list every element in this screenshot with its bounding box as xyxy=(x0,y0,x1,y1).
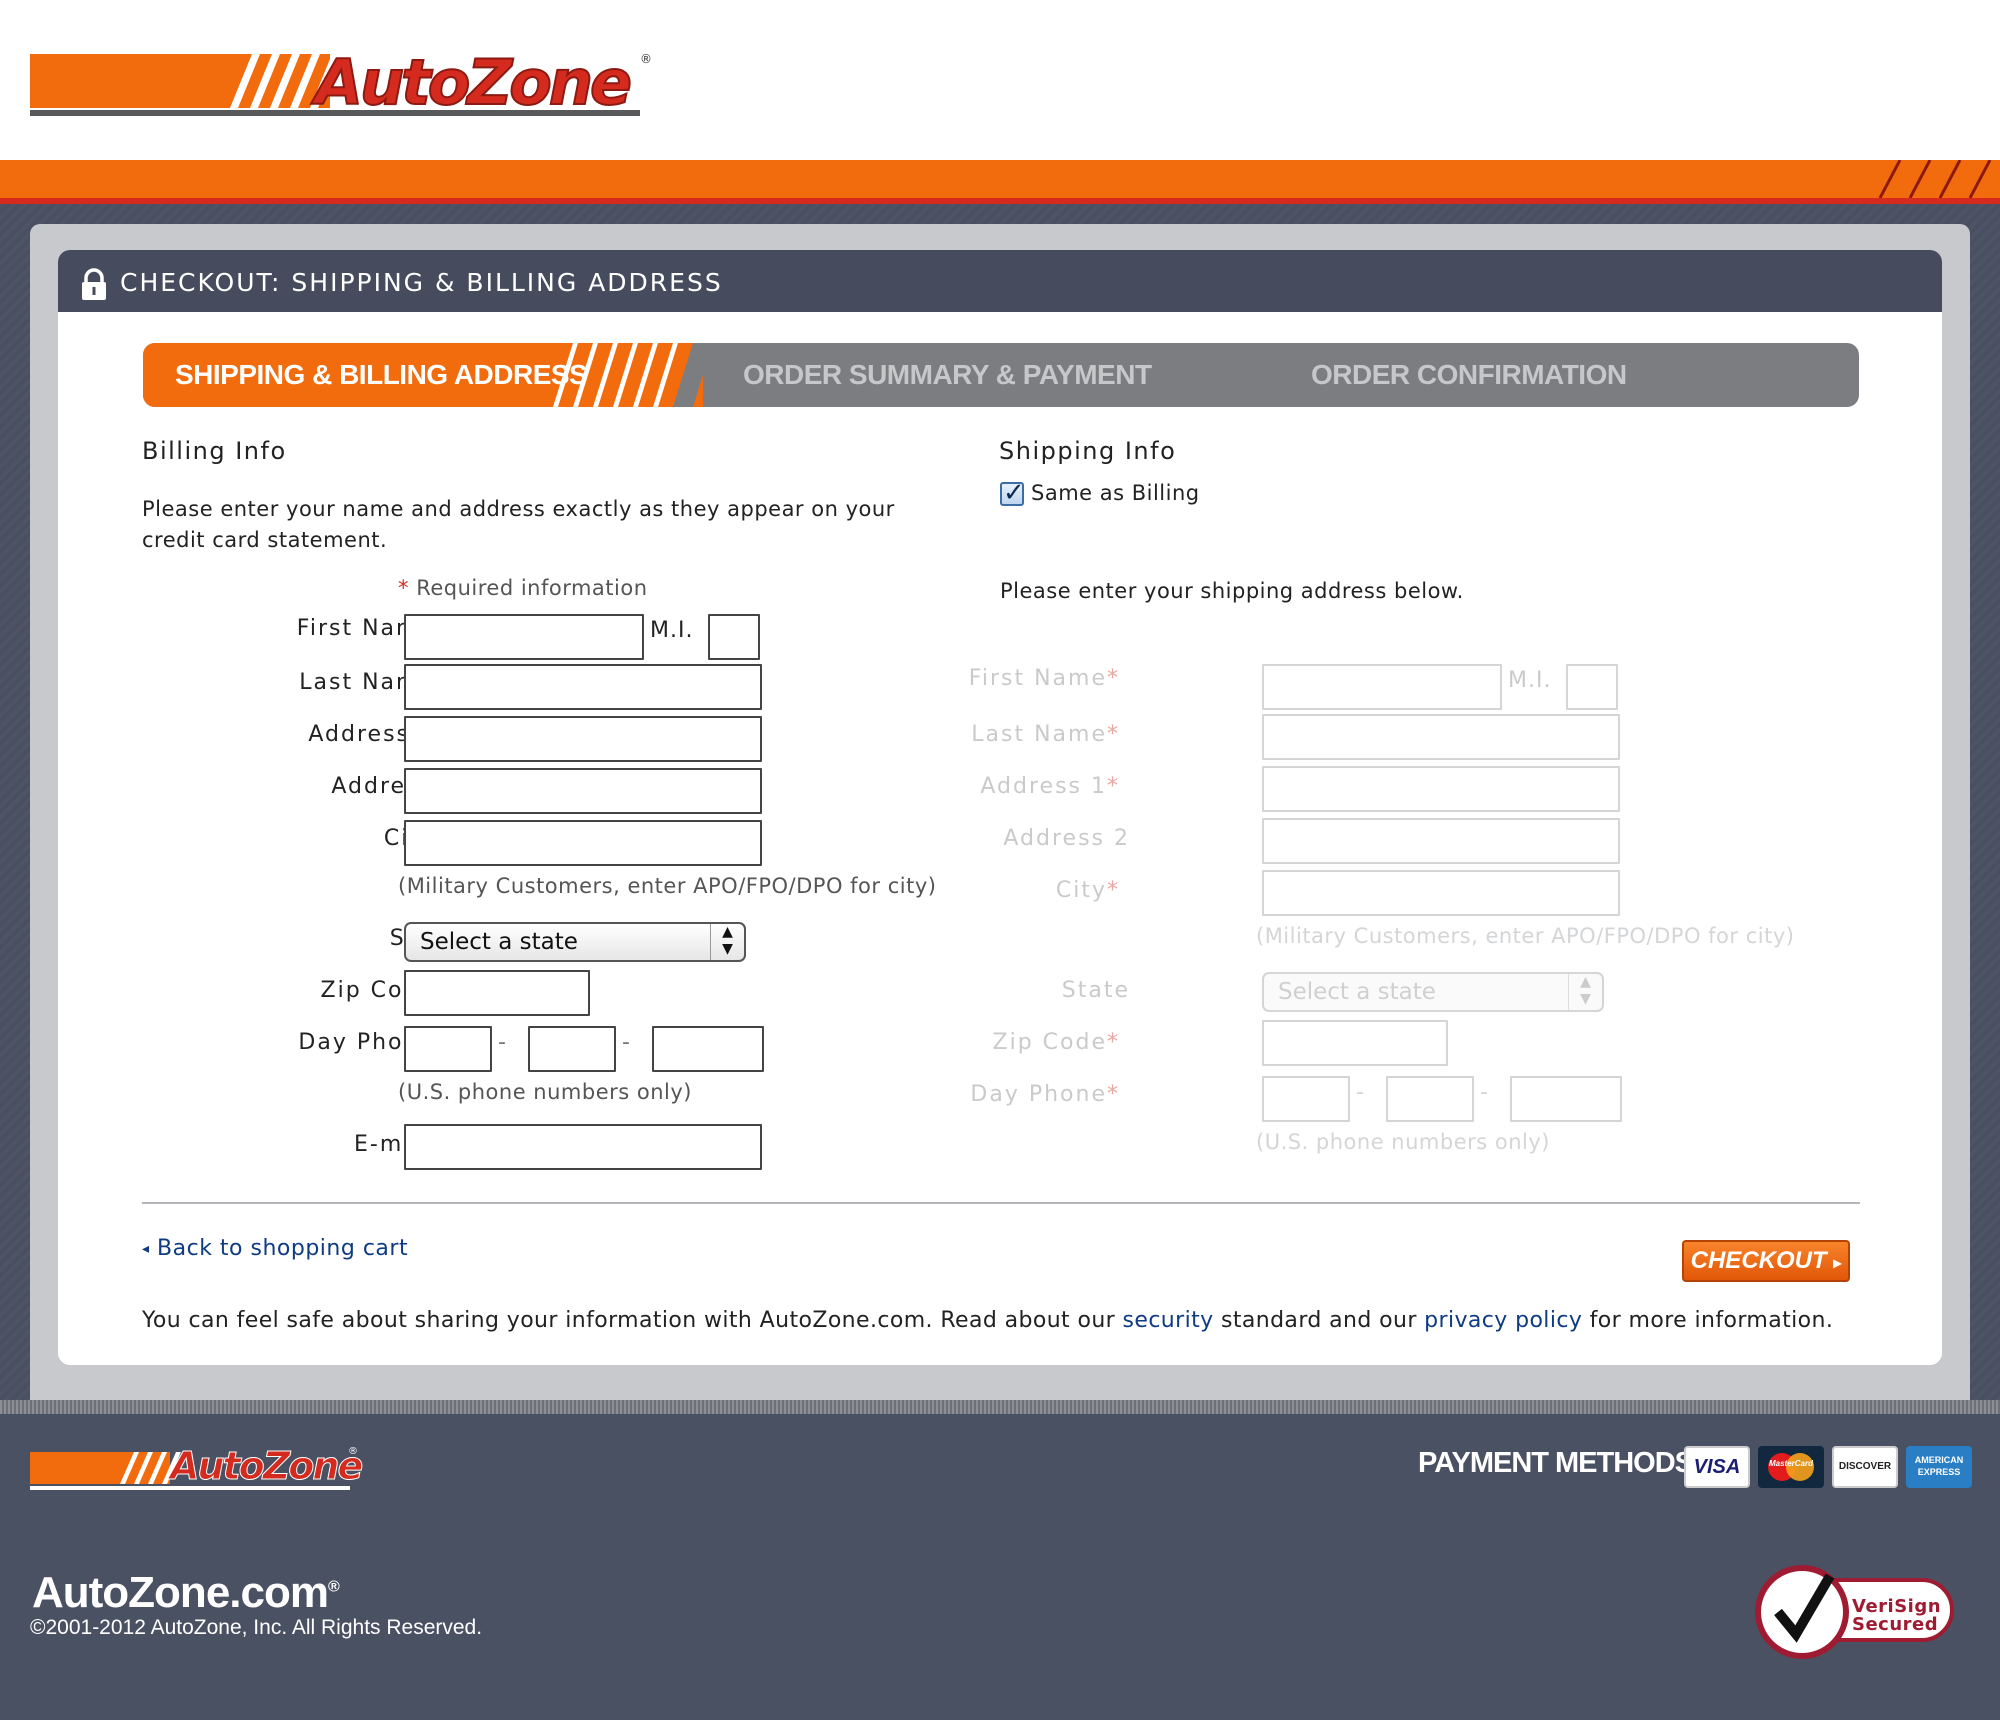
checkout-button[interactable]: CHECKOUT ▸ xyxy=(1682,1240,1850,1282)
visa-card-icon: VISA xyxy=(1684,1446,1750,1488)
shipping-state-value: Select a state xyxy=(1278,979,1436,1005)
billing-city-input[interactable] xyxy=(404,820,762,866)
back-to-cart-link[interactable]: ◂ Back to shopping cart xyxy=(142,1236,408,1261)
shipping-state-label: State xyxy=(1061,978,1130,1003)
mastercard-card-icon: MasterCard xyxy=(1758,1446,1824,1488)
checkout-steps: SHIPPING & BILLING ADDRESS ORDER SUMMARY… xyxy=(143,343,1859,407)
phone-separator: - xyxy=(498,1030,506,1055)
site-header: AutoZone ® xyxy=(0,0,2000,160)
billing-city-hint: (Military Customers, enter APO/FPO/DPO f… xyxy=(398,874,937,898)
billing-state-select[interactable]: Select a state ▲ ▼ xyxy=(404,922,746,962)
discover-card-icon: DISCOVER xyxy=(1832,1446,1898,1488)
logo-registered-mark: ® xyxy=(640,52,652,66)
billing-address2-input[interactable] xyxy=(404,768,762,814)
billing-phone-prefix-input[interactable] xyxy=(528,1026,616,1072)
security-note: You can feel safe about sharing your inf… xyxy=(142,1308,1834,1333)
shipping-address2-input[interactable] xyxy=(1262,818,1620,864)
billing-phone-area-input[interactable] xyxy=(404,1026,492,1072)
lock-icon xyxy=(82,268,106,300)
security-link[interactable]: security xyxy=(1123,1308,1214,1333)
back-to-cart-label: Back to shopping cart xyxy=(157,1236,409,1261)
billing-state-value: Select a state xyxy=(420,929,578,955)
shipping-city-hint: (Military Customers, enter APO/FPO/DPO f… xyxy=(1256,924,1795,948)
phone-separator: - xyxy=(1356,1080,1364,1105)
shipping-address2-label: Address 2 xyxy=(1003,826,1130,851)
same-as-billing-checkbox[interactable]: ✓ xyxy=(1000,478,1025,508)
shipping-address1-input[interactable] xyxy=(1262,766,1620,812)
amex-card-icon: AMERICAN EXPRESS xyxy=(1906,1446,1972,1488)
billing-email-input[interactable] xyxy=(404,1124,762,1170)
footer-site-name: AutoZone.com® xyxy=(32,1568,340,1617)
billing-intro-line2: credit card statement. xyxy=(142,528,388,552)
select-arrows-icon: ▲ ▼ xyxy=(710,924,744,960)
shipping-last-name-input[interactable] xyxy=(1262,714,1620,760)
verisign-seal[interactable]: VeriSign Secured xyxy=(1748,1556,1958,1660)
billing-intro-line1: Please enter your name and address exact… xyxy=(142,497,895,521)
step-order-confirmation: ORDER CONFIRMATION xyxy=(1311,359,1627,390)
billing-phone-hint: (U.S. phone numbers only) xyxy=(398,1080,693,1104)
shipping-first-name-label: First Name* xyxy=(968,666,1120,691)
payment-methods-label: PAYMENT METHODS: xyxy=(1418,1447,1703,1479)
form-divider xyxy=(142,1202,1860,1204)
shipping-heading: Shipping Info xyxy=(999,437,1177,465)
shipping-phone-prefix-input[interactable] xyxy=(1386,1076,1474,1122)
shipping-last-name-label: Last Name* xyxy=(971,722,1120,747)
shipping-phone-area-input[interactable] xyxy=(1262,1076,1350,1122)
autozone-logo[interactable]: AutoZone ® xyxy=(30,45,652,120)
shipping-city-input[interactable] xyxy=(1262,870,1620,916)
footer-stripe xyxy=(0,1400,2000,1414)
footer-logo-reg: ® xyxy=(348,1446,358,1457)
same-as-billing-label: Same as Billing xyxy=(1031,481,1200,505)
shipping-mi-label: M.I. xyxy=(1508,668,1552,693)
footer-logo-text: AutoZone xyxy=(169,1444,363,1489)
required-note: * Required information xyxy=(398,576,648,600)
shipping-city-label: City* xyxy=(1055,878,1120,903)
footer-copyright: ©2001-2012 AutoZone, Inc. All Rights Res… xyxy=(30,1616,483,1639)
checkmark-icon: ✓ xyxy=(1003,478,1025,508)
shipping-phone-label: Day Phone* xyxy=(970,1082,1120,1107)
verisign-secured-label: Secured xyxy=(1852,1614,1939,1635)
billing-first-name-input[interactable] xyxy=(404,614,644,660)
billing-phone-line-input[interactable] xyxy=(652,1026,764,1072)
band-slashes xyxy=(1878,160,1992,198)
billing-mi-input[interactable] xyxy=(708,614,760,660)
shipping-phone-line-input[interactable] xyxy=(1510,1076,1622,1122)
shipping-zip-input[interactable] xyxy=(1262,1020,1448,1066)
checkout-button-label: CHECKOUT xyxy=(1690,1247,1827,1274)
page-title: CHECKOUT: SHIPPING & BILLING ADDRESS xyxy=(120,268,723,297)
step-order-summary: ORDER SUMMARY & PAYMENT xyxy=(743,359,1152,390)
back-arrow-icon: ◂ xyxy=(142,1241,150,1257)
billing-last-name-input[interactable] xyxy=(404,664,762,710)
shipping-mi-input[interactable] xyxy=(1566,664,1618,710)
select-arrows-icon: ▲ ▼ xyxy=(1568,974,1602,1010)
card-header: CHECKOUT: SHIPPING & BILLING ADDRESS xyxy=(58,250,1942,312)
shipping-first-name-input[interactable] xyxy=(1262,664,1502,710)
phone-separator: - xyxy=(622,1030,630,1055)
billing-mi-label: M.I. xyxy=(650,618,694,643)
billing-zip-input[interactable] xyxy=(404,970,590,1016)
shipping-zip-label: Zip Code* xyxy=(992,1030,1120,1055)
shipping-phone-hint: (U.S. phone numbers only) xyxy=(1256,1130,1551,1154)
step-shipping-billing: SHIPPING & BILLING ADDRESS xyxy=(175,359,588,390)
shipping-state-select[interactable]: Select a state ▲ ▼ xyxy=(1262,972,1604,1012)
privacy-policy-link[interactable]: privacy policy xyxy=(1424,1308,1582,1333)
header-orange-band xyxy=(0,160,2000,198)
chevron-right-icon: ▸ xyxy=(1833,1255,1842,1272)
phone-separator: - xyxy=(1480,1080,1488,1105)
billing-heading: Billing Info xyxy=(142,437,287,465)
billing-address1-input[interactable] xyxy=(404,716,762,762)
checkout-card: CHECKOUT: SHIPPING & BILLING ADDRESS SHI… xyxy=(58,250,1942,1365)
shipping-intro: Please enter your shipping address below… xyxy=(1000,579,1464,603)
logo-text: AutoZone xyxy=(314,45,633,120)
footer-autozone-logo[interactable]: AutoZone ® xyxy=(30,1444,364,1490)
shipping-address1-label: Address 1* xyxy=(980,774,1120,799)
